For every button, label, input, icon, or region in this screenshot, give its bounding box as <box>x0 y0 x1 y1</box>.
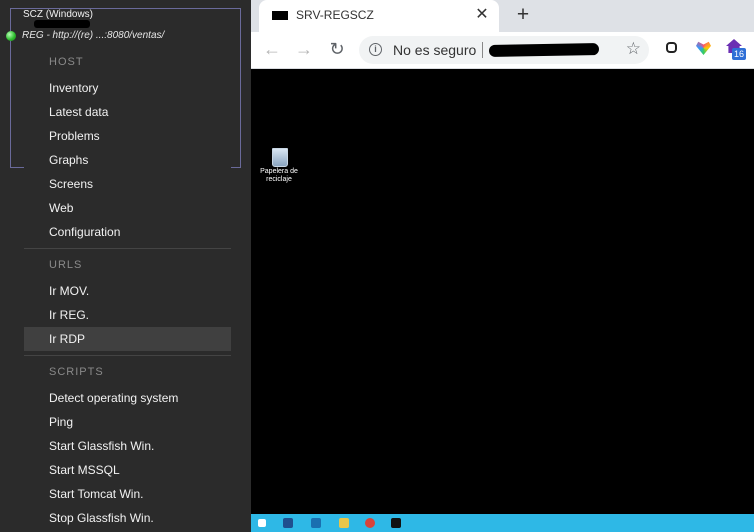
menu-item-configuration[interactable]: Configuration <box>24 220 231 244</box>
close-icon[interactable]: ✕ <box>473 6 491 24</box>
host-context-menu: HOST Inventory Latest data Problems Grap… <box>24 48 231 532</box>
address-bar[interactable]: i No es seguro ☆ <box>359 36 649 64</box>
menu-item-ping[interactable]: Ping <box>24 410 231 434</box>
menu-item-web[interactable]: Web <box>24 196 231 220</box>
extension-badge: 16 <box>732 48 747 60</box>
menu-item-latest-data[interactable]: Latest data <box>24 100 231 124</box>
menu-item-start-tomcat[interactable]: Start Tomcat Win. <box>24 482 231 506</box>
menu-item-inventory[interactable]: Inventory <box>24 76 231 100</box>
app-icon[interactable] <box>365 518 375 528</box>
start-icon[interactable] <box>258 519 266 527</box>
security-label[interactable]: No es seguro <box>393 42 478 58</box>
bookmark-star-icon[interactable]: ☆ <box>626 39 641 59</box>
tab-strip: SRV-REGSCZ ✕ + <box>251 0 754 32</box>
recycle-bin-icon[interactable] <box>272 148 288 167</box>
reload-icon[interactable]: ↻ <box>326 38 348 60</box>
menu-header-scripts: SCRIPTS <box>49 366 104 378</box>
menu-header-host: HOST <box>49 56 84 68</box>
host-title[interactable]: SCZ (Windows) <box>23 9 93 20</box>
redaction <box>488 43 600 57</box>
cmd-icon[interactable] <box>391 518 401 528</box>
menu-header-urls: URLS <box>49 259 83 271</box>
extension-home-icon[interactable]: 16 <box>725 39 747 60</box>
menu-divider <box>24 248 231 249</box>
tab-title: SRV-REGSCZ <box>296 8 374 22</box>
divider <box>482 42 483 58</box>
menu-divider <box>24 355 231 356</box>
network-icon[interactable] <box>311 518 321 528</box>
extension-heart-icon[interactable] <box>696 41 711 55</box>
menu-item-stop-glassfish[interactable]: Stop Glassfish Win. <box>24 506 231 530</box>
desktop-icon-label[interactable]: Papelera de reciclaje <box>255 168 303 184</box>
browser-toolbar: ← → ↻ i No es seguro ☆ 16 <box>251 32 754 69</box>
menu-item-screens[interactable]: Screens <box>24 172 231 196</box>
menu-item-ir-rdp[interactable]: Ir RDP <box>24 327 231 351</box>
remote-taskbar <box>251 514 754 532</box>
host-link[interactable]: REG - http://(re) ...:8080/ventas/ <box>22 30 228 41</box>
zabbix-panel: SCZ (Windows) REG - http://(re) ...:8080… <box>0 0 251 532</box>
new-tab-button[interactable]: + <box>513 3 533 27</box>
menu-item-detect-os[interactable]: Detect operating system <box>24 386 231 410</box>
menu-item-graphs[interactable]: Graphs <box>24 148 231 172</box>
status-ok-icon <box>6 31 16 41</box>
remote-desktop-view[interactable]: Papelera de reciclaje <box>251 69 754 514</box>
tab-srv-regscz[interactable]: SRV-REGSCZ ✕ <box>259 0 499 32</box>
extension-icon[interactable] <box>666 42 677 53</box>
browser-window: SRV-REGSCZ ✕ + ← → ↻ i No es seguro ☆ 16… <box>251 0 754 532</box>
menu-item-problems[interactable]: Problems <box>24 124 231 148</box>
menu-item-ir-reg[interactable]: Ir REG. <box>24 303 231 327</box>
menu-item-ir-mov[interactable]: Ir MOV. <box>24 279 231 303</box>
favicon-icon <box>272 11 288 20</box>
menu-item-start-mssql[interactable]: Start MSSQL <box>24 458 231 482</box>
folder-icon[interactable] <box>339 518 349 528</box>
info-icon[interactable]: i <box>369 43 382 56</box>
forward-icon[interactable]: → <box>293 38 315 60</box>
menu-item-start-glassfish[interactable]: Start Glassfish Win. <box>24 434 231 458</box>
explorer-icon[interactable] <box>283 518 293 528</box>
redaction <box>34 20 90 28</box>
back-icon[interactable]: ← <box>261 38 283 60</box>
